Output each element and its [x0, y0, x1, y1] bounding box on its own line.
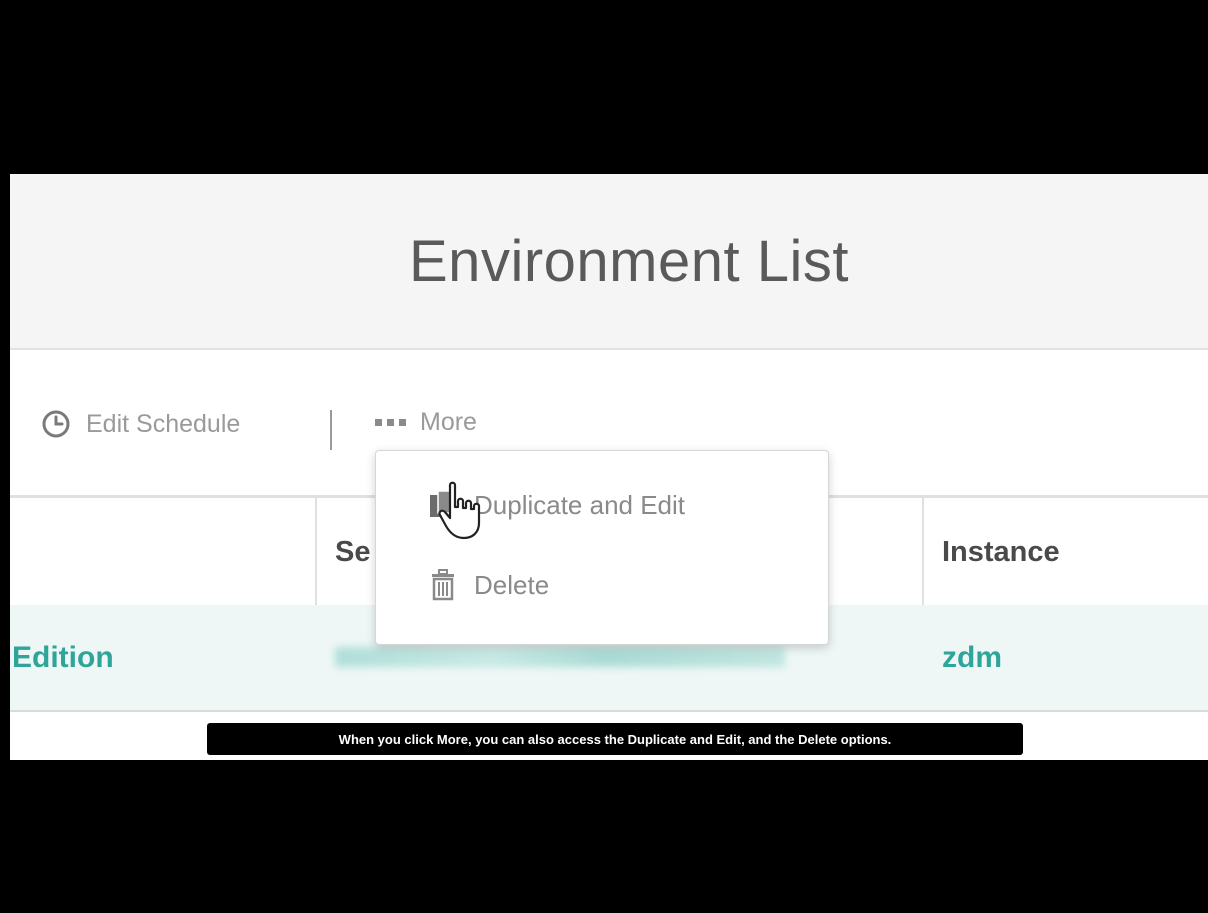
column-header-se[interactable]: Se	[335, 498, 370, 606]
toolbar-separator	[330, 410, 332, 450]
edit-schedule-button[interactable]: Edit Schedule	[40, 408, 240, 440]
video-caption: When you click More, you can also access…	[207, 723, 1023, 755]
duplicate-and-edit-label: Duplicate and Edit	[474, 489, 686, 520]
video-left-edge	[0, 174, 10, 760]
more-label: More	[420, 408, 477, 436]
instance-cell[interactable]: zdm	[942, 605, 1002, 710]
edit-schedule-label: Edit Schedule	[86, 409, 241, 438]
menu-item-delete[interactable]: Delete	[428, 569, 549, 601]
clock-icon	[42, 410, 70, 438]
column-divider	[315, 498, 317, 606]
trash-icon	[432, 569, 454, 601]
page-title: Environment List	[409, 228, 849, 294]
more-button[interactable]: More	[375, 408, 477, 437]
video-letterbox-top	[0, 0, 1208, 174]
hand-cursor-icon	[438, 481, 481, 540]
column-divider	[922, 498, 924, 606]
video-letterbox-bottom	[0, 760, 1208, 913]
more-dropdown-menu: Duplicate and Edit Delete	[375, 450, 829, 645]
column-header-instance[interactable]: Instance	[942, 498, 1060, 606]
more-dots-icon	[375, 419, 406, 426]
edition-cell[interactable]: Edition	[12, 605, 114, 710]
redacted-cell	[335, 647, 785, 667]
page-header: Environment List	[10, 174, 1208, 350]
delete-label: Delete	[474, 569, 550, 600]
